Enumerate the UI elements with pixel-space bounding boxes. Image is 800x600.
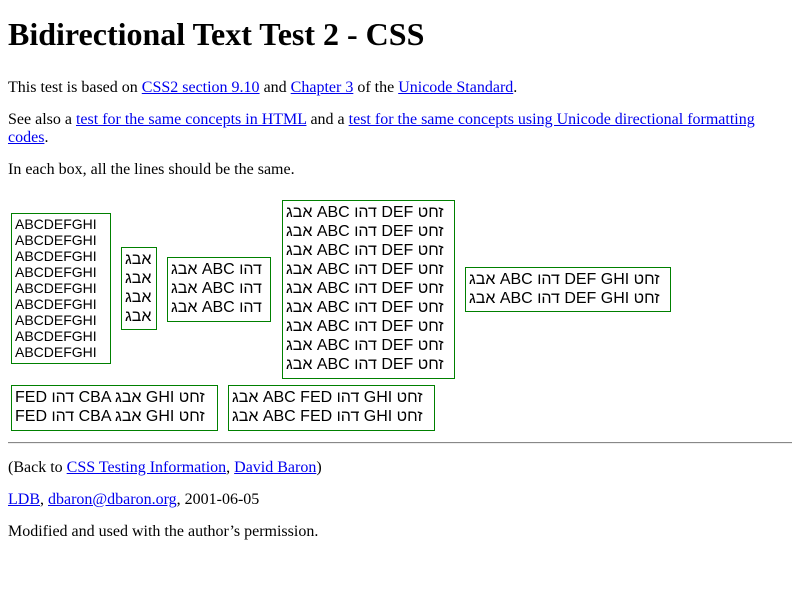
box-line: ABCDEFGHI xyxy=(15,328,97,344)
see-also-prefix: See also a xyxy=(8,111,76,128)
box-line: אבג xyxy=(125,270,152,287)
link-html-test[interactable]: test for the same concepts in HTML xyxy=(76,111,306,128)
box-line: אבג ABC FED דהו GHI זחט xyxy=(232,389,423,406)
box-line: אבג ABC דהו DEF זחט xyxy=(286,242,444,259)
test-box-1: ABCDEFGHI ABCDEFGHI ABCDEFGHI ABCDEFGHI … xyxy=(11,213,111,364)
box-line: אבג ABC דהו DEF זחט xyxy=(286,337,444,354)
box-line: ABCDEFGHI xyxy=(15,280,97,296)
page: Bidirectional Text Test 2 - CSS This tes… xyxy=(0,0,800,541)
box-line: ABCDEFGHI xyxy=(15,216,97,232)
box-line: ABCDEFGHI xyxy=(15,296,97,312)
box-line: אבג ABC דהו DEF זחט xyxy=(286,204,444,221)
test-box-3: אבג ABC דהו אבג ABC דהו אבג ABC דהו xyxy=(167,257,271,322)
test-box-2: אבג אבג אבג אבג xyxy=(121,247,157,330)
test-box-7: אבג ABC FED דהו GHI זחט אבג ABC FED דהו … xyxy=(228,385,435,431)
box-line: אבג xyxy=(125,289,152,306)
signature-sep: , xyxy=(40,491,48,508)
link-david-baron[interactable]: David Baron xyxy=(234,459,316,476)
box-line: ABCDEFGHI xyxy=(15,344,97,360)
link-chapter-3[interactable]: Chapter 3 xyxy=(291,79,354,96)
intro-paragraph: This test is based on CSS2 section 9.10 … xyxy=(8,79,792,97)
box-line: אבג ABC דהו DEF זחט xyxy=(286,318,444,335)
box-line: FED דהו CBA אבג GHI זחט xyxy=(15,408,205,425)
link-css2-section[interactable]: CSS2 section 9.10 xyxy=(142,79,260,96)
box-line: ABCDEFGHI xyxy=(15,312,97,328)
box-line: אבג ABC FED דהו GHI זחט xyxy=(232,408,423,425)
link-css-testing-info[interactable]: CSS Testing Information xyxy=(67,459,226,476)
box-line: אבג xyxy=(125,251,152,268)
test-boxes: ABCDEFGHI ABCDEFGHI ABCDEFGHI ABCDEFGHI … xyxy=(8,191,792,431)
see-also-mid: and a xyxy=(306,111,349,128)
box-line: אבג ABC דהו DEF GHI זחט xyxy=(469,271,660,288)
back-suffix: ) xyxy=(316,459,322,476)
box-line: ABCDEFGHI xyxy=(15,264,97,280)
back-links: (Back to CSS Testing Information, David … xyxy=(8,459,792,477)
box-line: ABCDEFGHI xyxy=(15,248,97,264)
footer-divider xyxy=(8,442,792,444)
test-box-6: FED דהו CBA אבג GHI זחט FED דהו CBA אבג … xyxy=(11,385,218,431)
link-email[interactable]: dbaron@dbaron.org xyxy=(48,491,177,508)
signature-date: , 2001-06-05 xyxy=(176,491,260,508)
permission-note: Modified and used with the author’s perm… xyxy=(8,523,319,540)
intro-text-mid2: of the xyxy=(353,79,399,96)
signature: LDB, dbaron@dbaron.org, 2001-06-05 xyxy=(8,491,792,509)
link-ldb[interactable]: LDB xyxy=(8,491,40,508)
box-line: אבג ABC דהו xyxy=(171,261,262,278)
box-line: ABCDEFGHI xyxy=(15,232,97,248)
box-line: אבג ABC דהו xyxy=(171,280,262,297)
intro-text-suffix: . xyxy=(513,79,518,96)
intro-text-mid: and xyxy=(259,79,291,96)
box-line: אבג ABC דהו DEF זחט xyxy=(286,261,444,278)
intro-text-prefix: This test is based on xyxy=(8,79,142,96)
box-line: אבג ABC דהו DEF זחט xyxy=(286,356,444,373)
box-line: אבג ABC דהו xyxy=(171,299,262,316)
back-prefix: (Back to xyxy=(8,459,67,476)
box-line: FED דהו CBA אבג GHI זחט xyxy=(15,389,205,406)
box-line: אבג ABC דהו DEF GHI זחט xyxy=(469,290,660,307)
box-line: אבג ABC דהו DEF זחט xyxy=(286,299,444,316)
box-line: אבג xyxy=(125,308,152,325)
see-also-suffix: . xyxy=(44,129,49,146)
back-sep: , xyxy=(226,459,235,476)
link-unicode-standard[interactable]: Unicode Standard xyxy=(398,79,513,96)
box-line: אבג ABC דהו DEF זחט xyxy=(286,223,444,240)
test-box-4: אבג ABC דהו DEF זחט אבג ABC דהו DEF זחט … xyxy=(282,200,455,379)
see-also-paragraph: See also a test for the same concepts in… xyxy=(8,111,792,147)
test-box-5: אבג ABC דהו DEF GHI זחט אבג ABC דהו DEF … xyxy=(465,267,671,312)
box-line: אבג ABC דהו DEF זחט xyxy=(286,280,444,297)
page-title: Bidirectional Text Test 2 - CSS xyxy=(8,16,425,52)
instruction-text: In each box, all the lines should be the… xyxy=(8,161,295,178)
